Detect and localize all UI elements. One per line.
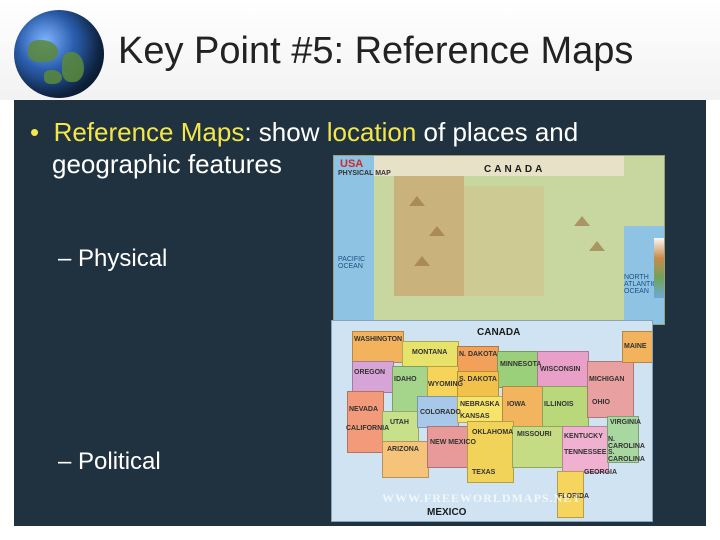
political-label-canada: CANADA [477, 327, 521, 338]
map-watermark: WWW.FREEWORLDMAPS.NET [382, 491, 582, 505]
physical-label-pacific: PACIFIC OCEAN [338, 256, 366, 270]
term-location: location [326, 117, 417, 147]
slide-header: Key Point #5: Reference Maps [0, 0, 720, 100]
slide: Key Point #5: Reference Maps • Reference… [0, 0, 720, 540]
elevation-legend [654, 238, 664, 298]
physical-label-canada: CANADA [484, 164, 546, 175]
slide-title: Key Point #5: Reference Maps [118, 30, 634, 72]
physical-map-heading: USA [340, 158, 364, 170]
political-label-mexico: MEXICO [427, 507, 467, 518]
physical-map-subheading: PHYSICAL MAP [338, 170, 391, 177]
sub-item-political: – Political [58, 448, 161, 475]
bullet-line-2: geographic features [52, 149, 282, 179]
sub-item-physical: – Physical [58, 245, 168, 272]
globe-icon [14, 10, 104, 98]
term-reference-maps: Reference Maps [53, 117, 245, 147]
political-map-image: CANADA MEXICO WASHINGTON MONTANA N. DAKO… [331, 320, 653, 522]
physical-map-image: USA PHYSICAL MAP CANADA PACIFIC OCEAN NO… [333, 155, 665, 325]
